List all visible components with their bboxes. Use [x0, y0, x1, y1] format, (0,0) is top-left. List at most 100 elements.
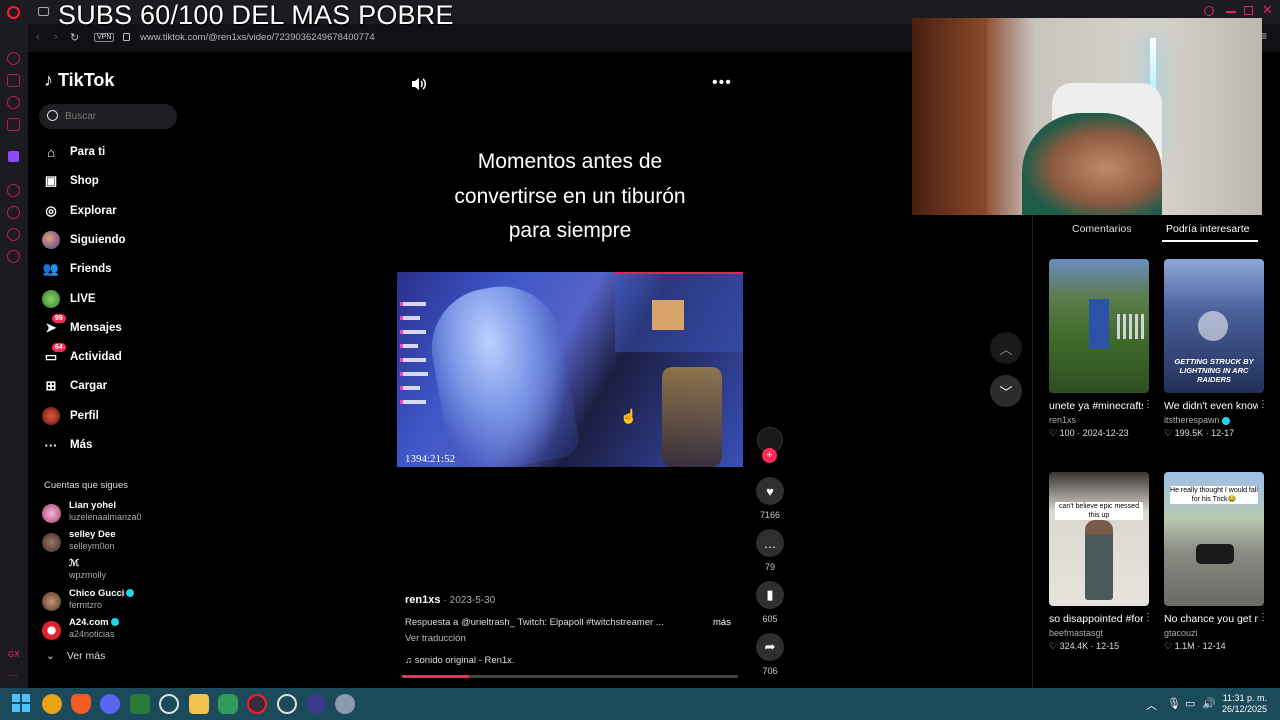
sidebar-app-icon[interactable]	[7, 96, 20, 109]
taskbar-clock[interactable]: 11:31 p. m. 26/12/2025	[1222, 693, 1267, 715]
save-button[interactable]: ▮ 605	[756, 581, 784, 624]
nav-actividad[interactable]: ▭ 64 Actividad	[42, 343, 182, 369]
tiktok-logo[interactable]: ♪ TikTok	[44, 70, 114, 91]
following-account[interactable]: A24.com a24noticias	[42, 617, 192, 641]
post-date: 2023-5-30	[449, 595, 496, 606]
following-account[interactable]: selley Dee selleym0on	[42, 529, 192, 553]
sidebar-app-icon[interactable]	[7, 118, 20, 131]
gamepad-icon[interactable]	[218, 694, 238, 714]
heart-outline-icon: ♡	[1049, 641, 1060, 651]
webcam-overlay	[912, 18, 1262, 215]
following-account[interactable]: Lian yohel luzelenaalmanza0	[42, 500, 192, 524]
card-menu-icon[interactable]: ⋮	[1143, 612, 1153, 623]
like-button[interactable]: ♥ 7166	[756, 477, 784, 520]
following-account[interactable]: Chico Gucci fermtzro	[42, 588, 192, 612]
nav-perfil[interactable]: Perfil	[42, 404, 182, 428]
card-author-name: itstherespawn	[1164, 415, 1220, 425]
opera-gx-taskbar-icon[interactable]	[247, 694, 267, 714]
account-username: a24noticias	[69, 629, 115, 639]
obs-icon[interactable]	[277, 694, 297, 714]
card-menu-icon[interactable]: ⋮	[1258, 399, 1268, 410]
minimize-icon[interactable]	[1226, 11, 1236, 13]
nav-cargar[interactable]: ⊞ Cargar	[42, 374, 182, 398]
sidebar-app-icon[interactable]	[7, 228, 20, 241]
heart-outline-icon: ♡	[1049, 428, 1060, 438]
caption-line: Momentos antes de	[477, 150, 663, 173]
nav-label: Más	[70, 439, 93, 451]
tab-podria-interesarte[interactable]: Podría interesarte	[1166, 223, 1249, 235]
reload-icon[interactable]: ↻	[70, 31, 79, 44]
nav-mas[interactable]: ··· Más	[42, 433, 182, 457]
twitch-icon[interactable]	[8, 151, 19, 162]
card-menu-icon[interactable]: ⋮	[1258, 612, 1268, 623]
account-username: selleym0on	[69, 541, 115, 551]
close-icon[interactable]: ✕	[1262, 2, 1273, 18]
chevron-up-icon: ︿	[999, 341, 1013, 357]
chat-line	[400, 386, 420, 390]
sidebar-app-icon[interactable]	[7, 184, 20, 197]
nav-shop[interactable]: ▣ Shop	[42, 169, 182, 193]
thumbnail-overlay-text: GETTING STRUCK BY LIGHTNING IN ARC RAIDE…	[1174, 357, 1254, 384]
app-coin-icon[interactable]	[42, 694, 62, 714]
nav-live[interactable]: LIVE	[42, 287, 182, 311]
see-more-link[interactable]: ⌄ Ver más	[46, 650, 105, 662]
brave-browser-icon[interactable]	[71, 694, 91, 714]
caption-line: convertirse en un tiburón	[454, 184, 686, 208]
share-button[interactable]: ➦ 706	[756, 633, 784, 676]
windows-start-icon[interactable]	[12, 694, 32, 714]
url-field[interactable]: www.tiktok.com/@ren1xs/video/72390362496…	[140, 32, 375, 43]
volume-icon[interactable]	[410, 76, 428, 92]
window-search-icon[interactable]	[1204, 6, 1214, 16]
browser-sidebar: GX ···	[0, 0, 28, 688]
follow-plus-button[interactable]: +	[762, 448, 777, 463]
more-options-icon[interactable]: •••	[712, 74, 732, 92]
comment-button[interactable]: … 79	[756, 529, 784, 572]
settings-gear-icon[interactable]	[335, 694, 355, 714]
opera-logo-icon[interactable]	[7, 6, 20, 19]
sidebar-app-icon[interactable]	[7, 74, 20, 87]
obs-icon[interactable]	[159, 694, 179, 714]
back-icon[interactable]: ‹	[36, 31, 40, 43]
avatar	[42, 562, 61, 581]
nav-mensajes[interactable]: ➤ 99 Mensajes	[42, 314, 182, 340]
gx-icon[interactable]: GX	[8, 650, 20, 659]
description-more-link[interactable]: más	[713, 617, 731, 628]
translate-link[interactable]: Ver traducción	[405, 633, 466, 644]
history-icon[interactable]	[7, 206, 20, 219]
previous-video-button[interactable]: ︿	[990, 332, 1022, 364]
recommended-video-card[interactable]: can't believe epic messed this up ⋮ so d…	[1049, 472, 1153, 652]
chevron-up-icon[interactable]: ︿	[1146, 697, 1157, 713]
network-icon[interactable]: ▭	[1185, 697, 1195, 710]
forward-icon[interactable]: ›	[54, 31, 58, 43]
tab-favicon-icon[interactable]	[38, 7, 49, 16]
nav-explorar[interactable]: ◎ Explorar	[42, 199, 182, 223]
card-menu-icon[interactable]: ⋮	[1143, 399, 1153, 410]
microphone-icon[interactable]: 🎙	[1167, 697, 1181, 710]
settings-icon[interactable]	[7, 250, 20, 263]
video-author[interactable]: ren1xs · 2023-5-30	[405, 594, 495, 606]
volume-icon[interactable]: 🔊	[1202, 697, 1216, 710]
sound-link[interactable]: ♫ sonido original - Ren1x.	[405, 655, 515, 666]
nav-para-ti[interactable]: ⌂ Para ti	[42, 140, 182, 164]
more-dots-icon[interactable]: ···	[8, 670, 18, 681]
recommended-video-card[interactable]: ⋮ unete ya #minecraftservid... ren1xs ♡ …	[1049, 259, 1153, 439]
video-progress-bar[interactable]	[402, 675, 738, 678]
vpn-badge[interactable]: VPN	[94, 33, 115, 42]
nav-friends[interactable]: 👥 Friends	[42, 257, 182, 281]
nav-siguiendo[interactable]: Siguiendo	[42, 228, 182, 252]
verified-icon	[110, 618, 119, 627]
app-icon[interactable]	[306, 694, 326, 714]
sidebar-app-icon[interactable]	[7, 52, 20, 65]
messages-badge: 99	[52, 314, 66, 323]
following-account[interactable]: ℳ wpzmolly	[42, 558, 192, 582]
search-input[interactable]: Buscar	[39, 104, 177, 129]
tab-comentarios[interactable]: Comentarios	[1072, 223, 1132, 235]
store-icon[interactable]	[130, 694, 150, 714]
next-video-button[interactable]: ﹀	[990, 375, 1022, 407]
recommended-video-card[interactable]: He really thought I would fall for his T…	[1164, 472, 1268, 652]
card-date: 12-15	[1096, 641, 1120, 651]
discord-icon[interactable]	[100, 694, 120, 714]
file-explorer-icon[interactable]	[189, 694, 209, 714]
maximize-icon[interactable]	[1244, 6, 1253, 15]
recommended-video-card[interactable]: GETTING STRUCK BY LIGHTNING IN ARC RAIDE…	[1164, 259, 1268, 439]
